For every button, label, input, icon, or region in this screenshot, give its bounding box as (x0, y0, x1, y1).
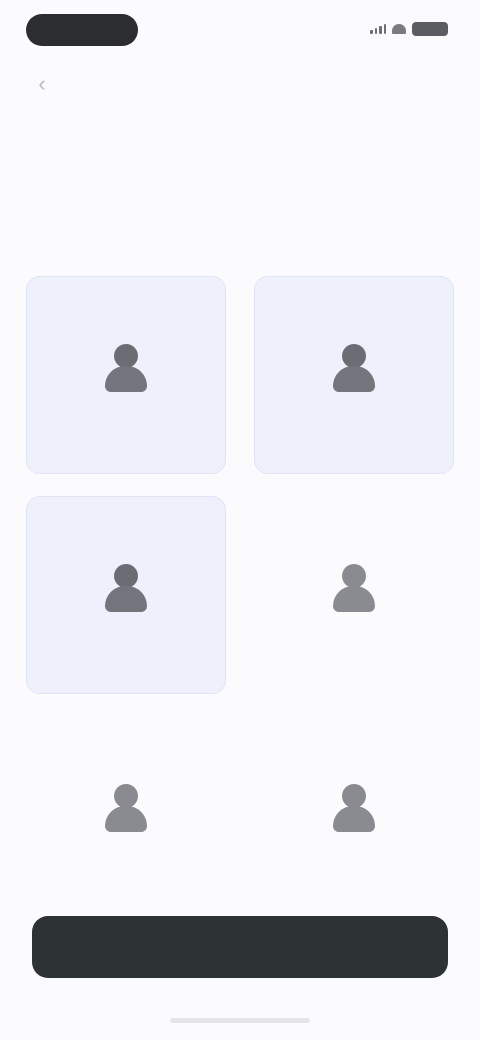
person-icon (327, 782, 381, 836)
person-icon (327, 342, 381, 396)
option-tile-1[interactable] (26, 276, 226, 474)
option-tile-4[interactable] (254, 496, 454, 694)
status-icons (370, 22, 448, 36)
wifi-icon (392, 24, 406, 34)
option-tile-2[interactable] (254, 276, 454, 474)
home-indicator (170, 1018, 310, 1023)
option-tile-3[interactable] (26, 496, 226, 694)
option-tile-6[interactable] (254, 716, 454, 914)
person-icon (99, 342, 153, 396)
chevron-left-icon: ‹ (38, 71, 46, 96)
continue-button[interactable] (32, 916, 448, 978)
option-grid (26, 276, 454, 914)
status-time-pill (26, 14, 138, 46)
person-icon (99, 782, 153, 836)
option-tile-5[interactable] (26, 716, 226, 914)
top-nav: ‹ (0, 64, 480, 104)
person-icon (99, 562, 153, 616)
back-button[interactable]: ‹ (28, 70, 56, 98)
person-icon (327, 562, 381, 616)
battery-icon (412, 22, 448, 36)
signal-icon (370, 24, 386, 34)
status-bar (0, 0, 480, 60)
